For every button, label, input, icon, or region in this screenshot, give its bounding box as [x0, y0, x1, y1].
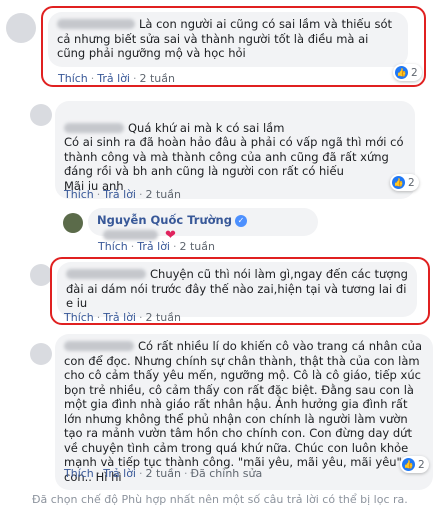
timestamp[interactable]: 2 tuần	[180, 240, 216, 253]
comment-bubble: Quá khứ ai mà k có sai lầm Có ai sinh ra…	[55, 101, 415, 199]
edited-label[interactable]: Đã chỉnh sửa	[191, 467, 263, 480]
like-link[interactable]: Thích	[64, 188, 94, 201]
like-icon: 👍	[402, 458, 415, 471]
timestamp[interactable]: 2 tuần	[146, 467, 182, 480]
comment-bubble: Nguyễn Quốc Trường ✓ ❤	[88, 208, 318, 242]
avatar[interactable]	[30, 264, 52, 286]
highlight-box	[41, 6, 426, 87]
comment-actions: Thích · Trả lời · 2 tuần	[98, 240, 215, 253]
blurred-mention[interactable]	[103, 229, 158, 240]
reply-link[interactable]: Trả lời	[137, 240, 170, 253]
highlight-box	[50, 257, 430, 325]
avatar[interactable]	[6, 13, 36, 43]
avatar[interactable]	[63, 213, 83, 233]
reply-link[interactable]: Trả lời	[103, 467, 136, 480]
reply-link[interactable]: Trả lời	[103, 188, 136, 201]
timestamp[interactable]: 2 tuần	[146, 188, 182, 201]
author-name[interactable]: Nguyễn Quốc Trường	[97, 213, 232, 227]
like-link[interactable]: Thích	[98, 240, 128, 253]
comment-actions: Thích · Trả lời · 2 tuần · Đã chỉnh sửa	[64, 467, 263, 480]
avatar[interactable]	[30, 104, 52, 126]
blurred-author-name[interactable]	[64, 341, 134, 351]
comment-actions: Thích · Trả lời · 2 tuần	[64, 188, 181, 201]
verified-badge-icon: ✓	[234, 215, 247, 227]
like-link[interactable]: Thích	[64, 467, 94, 480]
filter-notice: Đã chọn chế độ Phù hợp nhất nên một số c…	[32, 493, 408, 506]
blurred-author-name[interactable]	[64, 122, 124, 133]
reaction-count[interactable]: 👍 2	[400, 456, 429, 473]
like-icon: 👍	[392, 176, 405, 189]
reaction-count[interactable]: 👍 2	[390, 174, 419, 191]
avatar[interactable]	[30, 343, 52, 365]
comment-text: Có rất nhiều lí do khiến cô vào trang cá…	[64, 339, 422, 484]
